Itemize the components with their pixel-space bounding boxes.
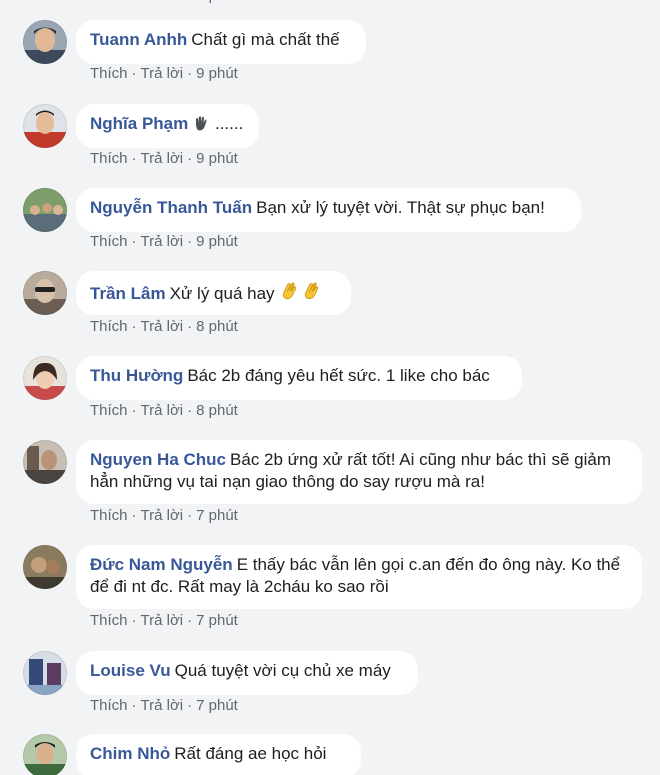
like-link[interactable]: Thích	[90, 233, 128, 250]
reply-link[interactable]: Trả lời	[141, 697, 184, 714]
comment-bubble: Nguyễn Thanh Tuấn Bạn xử lý tuyệt vời. Th…	[76, 188, 581, 232]
comment-author[interactable]: Nguyễn Thanh Tuấn	[90, 198, 252, 217]
comment-time: 7 phút	[196, 507, 238, 524]
reply-link[interactable]: Trả lời	[141, 507, 184, 524]
comment-bubble: Nguyen Ha Chuc Bác 2b ứng xử rất tốt! Ai …	[76, 440, 642, 504]
comment-bubble: Trần Lâm Xử lý quá hay	[76, 271, 351, 315]
comment-time: 9 phút	[196, 150, 238, 167]
comment-author[interactable]: Louise Vu	[90, 661, 171, 680]
comment-text: Bạn xử lý tuyệt vời. Thật sự phục bạn!	[256, 198, 545, 217]
comment-actions: Thích · Trả lời · 8 phút	[90, 318, 238, 335]
like-link[interactable]: Thích	[90, 612, 128, 629]
separator: ·	[131, 402, 137, 419]
separator: ·	[131, 697, 137, 714]
comment-list: Thích·Trả lời·9 phút Tuann AnhhChất gì m…	[0, 0, 660, 775]
comment-text: Rất đáng ae học hỏi	[174, 744, 327, 763]
reply-link[interactable]: Trả lời	[141, 318, 184, 335]
comment-actions: Thích · Trả lời · 9 phút	[90, 150, 238, 167]
comment-text: Chất gì mà chất thế	[191, 30, 340, 49]
comment-text: Quá tuyệt vời cụ chủ xe máy	[174, 661, 391, 680]
comment-bubble: Tuann Anhh Chất gì mà chất thế	[76, 20, 366, 64]
separator: ·	[131, 150, 137, 167]
separator: ·	[187, 697, 193, 714]
separator: ·	[131, 612, 137, 629]
separator: ·	[187, 612, 193, 629]
waving-hand-icon	[192, 114, 210, 138]
comment-actions: Thích · Trả lời · 7 phút	[90, 612, 238, 629]
comment-bubble: Chim Nhỏ Rất đáng ae học hỏi	[76, 734, 361, 775]
like-link[interactable]: Thích	[90, 402, 128, 419]
reply-link[interactable]: Trả lời	[141, 65, 184, 82]
comment-author[interactable]: Thu Hường	[90, 366, 183, 385]
like-link[interactable]: Thích	[90, 507, 128, 524]
separator: ·	[187, 233, 193, 250]
comment-time: 9 phút	[196, 233, 238, 250]
separator: ·	[131, 65, 137, 82]
reply-link[interactable]: Trả lời	[141, 0, 184, 4]
clapping-hands-icon	[279, 280, 301, 308]
clapping-hands-icon	[301, 280, 323, 308]
avatar[interactable]	[23, 188, 67, 232]
separator: ·	[187, 65, 193, 82]
comment-bubble: Nghĩa Phạm ......	[76, 104, 259, 148]
comment-text: ......	[210, 114, 244, 133]
like-link[interactable]: Thích	[90, 0, 128, 4]
comment-author[interactable]: Nguyen Ha Chuc	[90, 450, 226, 469]
avatar[interactable]	[23, 104, 67, 148]
comment-text: Xử lý quá hay	[169, 284, 275, 303]
comment-bubble: Đức Nam Nguyễn E thấy bác vẫn lên gọi c.a…	[76, 545, 642, 609]
comment-time: 9 phút	[196, 0, 238, 4]
separator: ·	[131, 507, 137, 524]
comment-author[interactable]: Tuann Anhh	[90, 30, 187, 49]
comment-actions: Thích · Trả lời · 8 phút	[90, 402, 238, 419]
comment-actions: Thích · Trả lời · 9 phút	[90, 233, 238, 250]
comment-bubble: Louise Vu Quá tuyệt vời cụ chủ xe máy	[76, 651, 418, 695]
separator: ·	[187, 402, 193, 419]
like-link[interactable]: Thích	[90, 697, 128, 714]
comment-time: 7 phút	[196, 697, 238, 714]
separator: ·	[187, 507, 193, 524]
avatar[interactable]	[23, 440, 67, 484]
comment-actions-partial: Thích·Trả lời·9 phút	[90, 0, 238, 4]
separator: ·	[131, 233, 137, 250]
separator: ·	[187, 150, 193, 167]
like-link[interactable]: Thích	[90, 150, 128, 167]
comment-author[interactable]: Trần Lâm	[90, 284, 166, 303]
comment-bubble: Thu Hường Bác 2b đáng yêu hết sức. 1 like…	[76, 356, 522, 400]
like-link[interactable]: Thích	[90, 318, 128, 335]
comment-author[interactable]: Nghĩa Phạm	[90, 114, 188, 133]
comment-actions: Thích · Trả lời · 7 phút	[90, 507, 238, 524]
comment-author[interactable]: Đức Nam Nguyễn	[90, 555, 233, 574]
reply-link[interactable]: Trả lời	[141, 402, 184, 419]
comment-time: 8 phút	[196, 402, 238, 419]
avatar[interactable]	[23, 651, 67, 695]
avatar[interactable]	[23, 545, 67, 589]
avatar[interactable]	[23, 356, 67, 400]
comment-actions: Thích · Trả lời · 7 phút	[90, 697, 238, 714]
like-link[interactable]: Thích	[90, 65, 128, 82]
reply-link[interactable]: Trả lời	[141, 150, 184, 167]
comment-time: 8 phút	[196, 318, 238, 335]
comment-time: 9 phút	[196, 65, 238, 82]
separator: ·	[131, 318, 137, 335]
reply-link[interactable]: Trả lời	[141, 233, 184, 250]
comment-time: 7 phút	[196, 612, 238, 629]
avatar[interactable]	[23, 734, 67, 775]
comment-author[interactable]: Chim Nhỏ	[90, 744, 170, 763]
separator: ·	[187, 318, 193, 335]
comment-text: Bác 2b đáng yêu hết sức. 1 like cho bác	[187, 366, 490, 385]
avatar[interactable]	[23, 271, 67, 315]
avatar[interactable]	[23, 20, 67, 64]
reply-link[interactable]: Trả lời	[141, 612, 184, 629]
separator: ·	[187, 0, 192, 4]
separator: ·	[132, 0, 137, 4]
comment-actions: Thích · Trả lời · 9 phút	[90, 65, 238, 82]
